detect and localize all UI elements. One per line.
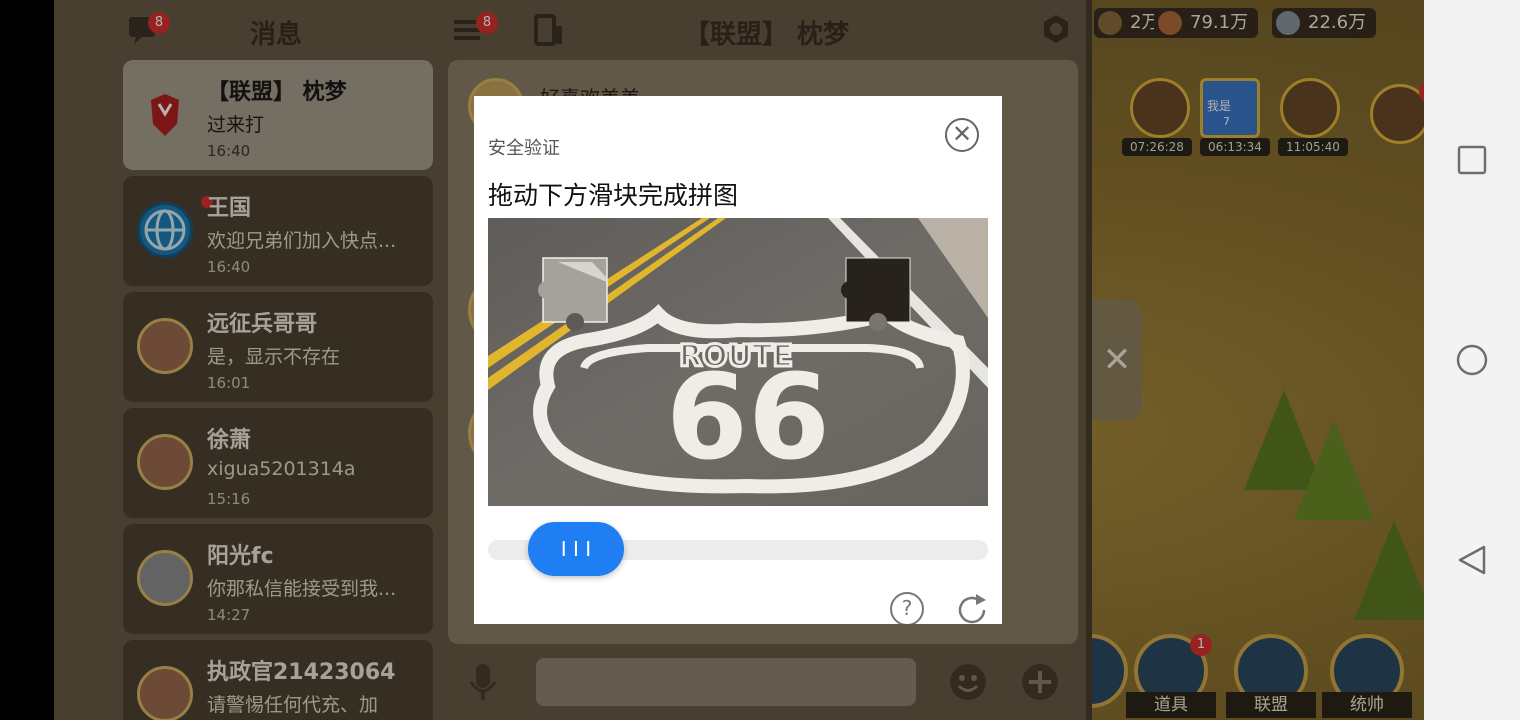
route-number: 66 bbox=[666, 348, 830, 486]
help-icon[interactable]: ? bbox=[890, 592, 924, 624]
dialog-label: 安全验证 bbox=[488, 138, 560, 159]
security-verification-dialog: 安全验证 拖动下方滑块完成拼图 ✕ ROUTE 66 I I I ? bbox=[474, 96, 1002, 624]
system-nav-bar bbox=[1424, 0, 1520, 720]
dialog-title: 拖动下方滑块完成拼图 bbox=[488, 181, 739, 210]
puzzle-hole bbox=[841, 257, 911, 331]
recent-apps-button[interactable] bbox=[1456, 144, 1488, 176]
slider-handle[interactable]: I I I bbox=[528, 522, 624, 576]
home-button[interactable] bbox=[1456, 344, 1488, 376]
close-icon[interactable]: ✕ bbox=[945, 118, 979, 152]
road-photo: ROUTE 66 bbox=[488, 218, 988, 506]
back-button[interactable] bbox=[1456, 544, 1488, 576]
puzzle-image: ROUTE 66 bbox=[488, 218, 988, 506]
refresh-icon[interactable] bbox=[954, 592, 990, 624]
puzzle-piece[interactable] bbox=[538, 257, 608, 331]
